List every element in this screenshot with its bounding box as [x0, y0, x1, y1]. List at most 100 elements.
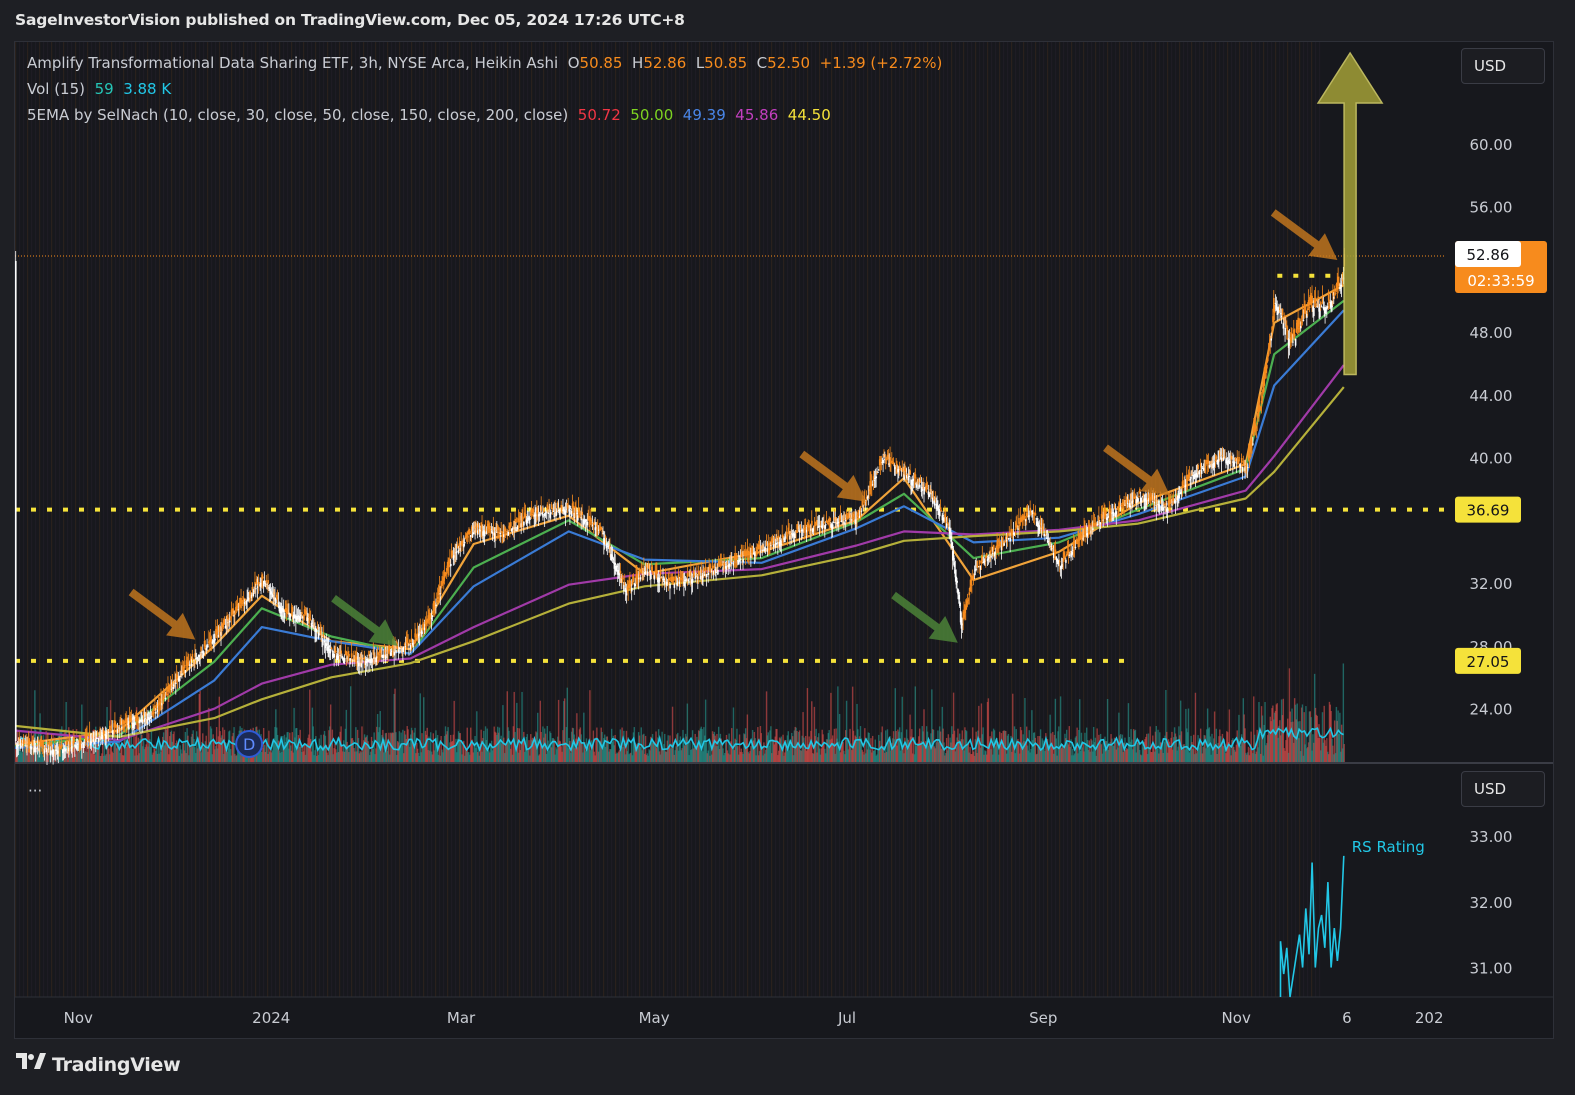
candle-body [1320, 306, 1323, 308]
symbol-title[interactable]: Amplify Transformational Data Sharing ET… [27, 54, 558, 72]
candle-body [15, 260, 17, 742]
candle-body [345, 651, 348, 656]
candle-body [619, 570, 622, 574]
candle-body [301, 612, 303, 615]
currency-button-lower-pane[interactable]: USD [1461, 771, 1545, 807]
candle-body [96, 736, 99, 738]
background-stripe [163, 42, 165, 997]
chart-frame[interactable]: D RS Rating 60.00 56.00 48.00 44.00 40.00 32.00… [14, 41, 1554, 1039]
background-stripe [459, 42, 461, 997]
background-stripe [439, 42, 441, 997]
background-stripe [463, 42, 465, 997]
background-stripe [783, 42, 785, 997]
background-stripe [471, 42, 473, 997]
candle-body [95, 738, 97, 742]
candle-body [1205, 464, 1207, 466]
candle-body [550, 512, 552, 515]
candle-body [191, 653, 194, 660]
background-stripe [475, 42, 477, 997]
chart-canvas[interactable]: D RS Rating 60.00 56.00 48.00 44.00 40.00 32.00… [15, 42, 1553, 1038]
background-stripe [671, 42, 673, 997]
candle-body [1302, 319, 1305, 321]
background-stripe [291, 42, 293, 997]
volume-bar [419, 693, 421, 762]
candle-body [267, 580, 269, 584]
candle-body [1270, 338, 1273, 341]
background-stripe [667, 42, 669, 997]
background-stripe [1087, 42, 1089, 997]
background-stripe [343, 42, 345, 997]
candle-body [1163, 503, 1166, 506]
candle-body [1190, 477, 1192, 479]
candle-body [1006, 534, 1009, 538]
background-stripe [131, 42, 133, 997]
candle-body [367, 659, 369, 663]
background-stripe [923, 42, 925, 997]
background-stripe [99, 42, 101, 997]
candle-body [214, 638, 216, 641]
background-stripe [1179, 42, 1181, 997]
candle-body [435, 604, 437, 606]
candle-body [1267, 352, 1270, 356]
background-stripe [955, 42, 957, 997]
background-stripe [747, 42, 749, 997]
background-stripe [563, 42, 565, 997]
volume-label[interactable]: Vol (15) [27, 80, 85, 98]
candle-body [646, 571, 649, 576]
background-stripe [415, 42, 417, 997]
background-stripe [331, 42, 333, 997]
candle-body [360, 662, 362, 668]
candle-body [1327, 291, 1330, 301]
ema-label[interactable]: 5EMA by SelNach (10, close, 30, close, 5… [27, 106, 568, 124]
ohlc-open: 50.85 [579, 54, 623, 72]
background-stripe [1243, 42, 1245, 997]
background-stripe [435, 42, 437, 997]
background-stripe [127, 42, 129, 997]
background-stripe [1291, 42, 1293, 997]
candle-body [1233, 461, 1236, 463]
symbol-legend: Amplify Transformational Data Sharing ET… [27, 54, 942, 72]
background-stripe [303, 42, 305, 997]
candle-body [711, 565, 714, 569]
candle-body [731, 562, 733, 564]
candle-body [786, 535, 789, 537]
background-stripe [911, 42, 913, 997]
candle-body [1266, 356, 1269, 362]
background-stripe [107, 42, 109, 997]
candle-body [639, 577, 642, 580]
background-stripe [299, 42, 301, 997]
pane-menu-icon[interactable]: ··· [28, 782, 42, 800]
background-stripe [103, 42, 105, 997]
candle-body [1003, 543, 1005, 546]
ema-value-10: 50.72 [577, 106, 621, 124]
tradingview-logo[interactable]: TradingView [16, 1052, 181, 1077]
candle-body [467, 536, 470, 538]
ema-value-150: 45.86 [735, 106, 779, 124]
background-stripe [335, 42, 337, 997]
candle-body [1140, 497, 1143, 503]
background-stripe [199, 42, 201, 997]
background-stripe [963, 42, 965, 997]
price-axis-tick: 48.00 [1470, 324, 1513, 342]
background-stripe [531, 42, 533, 997]
background-stripe [51, 42, 53, 997]
background-stripe [907, 42, 909, 997]
candle-body [1314, 297, 1317, 303]
background-stripe [147, 42, 149, 997]
annotation-arrow[interactable] [128, 588, 196, 640]
currency-button[interactable]: USD [1461, 48, 1545, 84]
volume-legend: Vol (15) 59 3.88 K [27, 80, 171, 98]
candle-body [1034, 513, 1037, 516]
background-stripe [367, 42, 369, 997]
background-stripe [151, 42, 153, 997]
background-stripe [935, 42, 937, 997]
background-stripe [579, 42, 581, 997]
candle-body [673, 584, 676, 588]
candle-body [65, 740, 68, 746]
candle-body [843, 521, 845, 525]
candle-body [190, 663, 193, 666]
price-change: +1.39 (+2.72%) [819, 54, 943, 72]
time-axis-tick: Nov [64, 1009, 93, 1027]
candle-body [546, 504, 549, 510]
background-stripe [143, 42, 145, 997]
